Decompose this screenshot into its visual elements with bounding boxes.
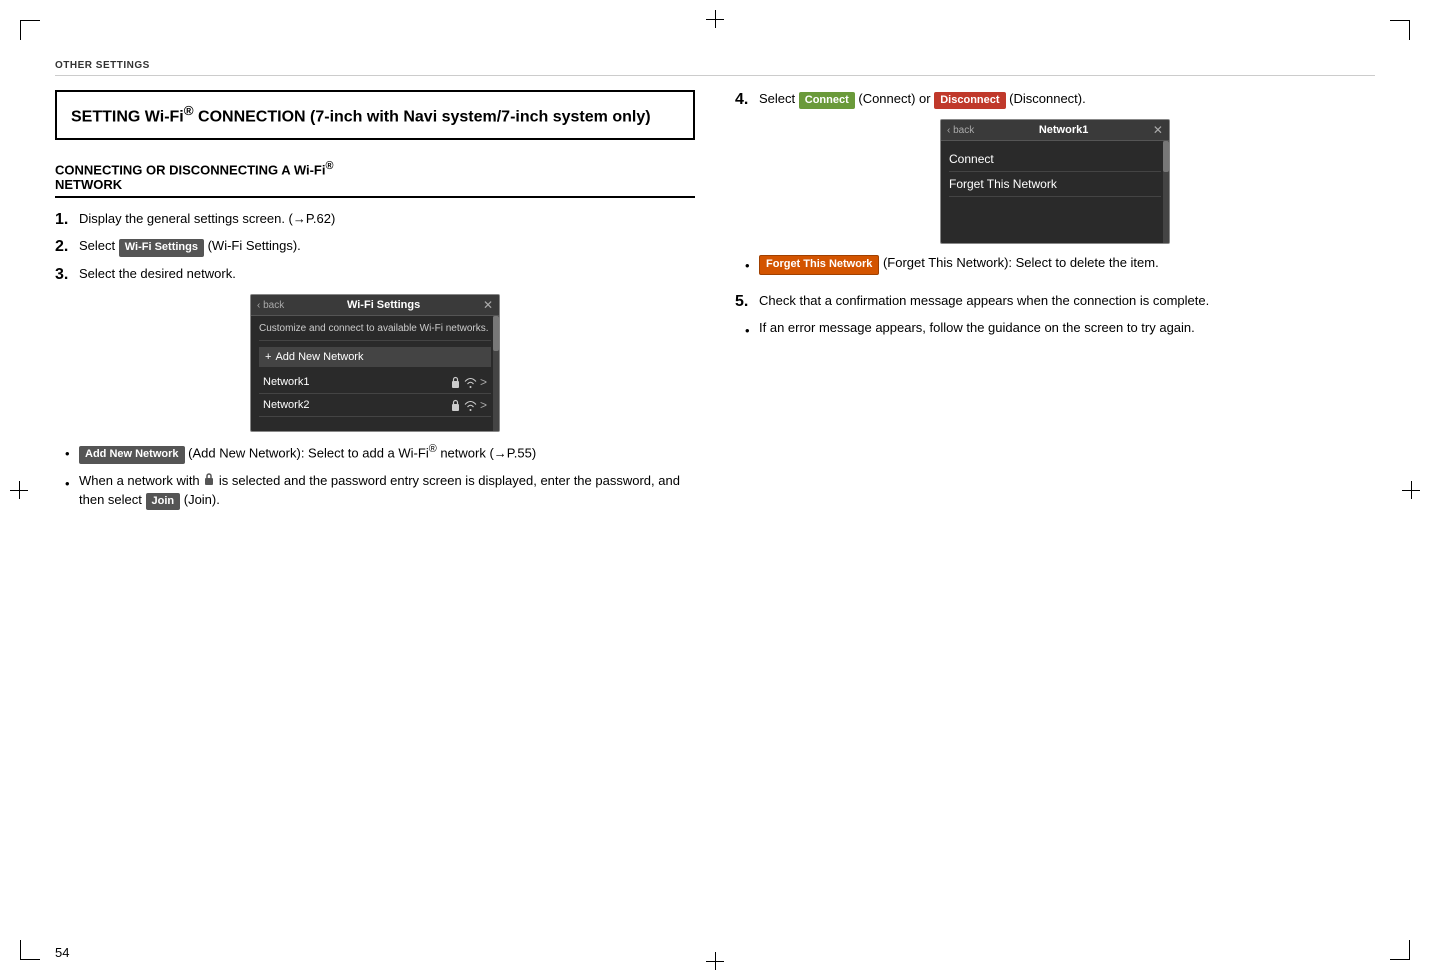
- step4-bullets: • Forget This Network (Forget This Netwo…: [735, 254, 1375, 275]
- connect-button: Connect: [799, 92, 855, 109]
- wifi-icon-2: [464, 400, 477, 411]
- step-1: 1. Display the general settings screen. …: [55, 210, 695, 229]
- crosshair-bottom: [706, 952, 724, 970]
- step-5-number: 5.: [735, 292, 753, 311]
- bullet-2-text: When a network with is selected and the …: [79, 472, 695, 511]
- network-options-screenshot: ‹ back Network1 ✕ Connect Forget This Ne…: [940, 119, 1170, 244]
- network-2-icons: >: [450, 398, 487, 412]
- network-row-1: Network1: [259, 371, 491, 394]
- network-options-title: Network1: [1039, 124, 1089, 136]
- add-network-label: Add New Network: [275, 351, 363, 363]
- left-column: SETTING Wi-Fi® CONNECTION (7-inch with N…: [55, 90, 695, 518]
- bullet-dot-4: •: [745, 322, 753, 340]
- arrow-2: >: [480, 398, 487, 412]
- corner-mark-br: [1390, 940, 1410, 960]
- section-title: SETTING Wi-Fi® CONNECTION (7-inch with N…: [71, 102, 679, 128]
- bullet-dot-2: •: [65, 475, 73, 493]
- bullet-1-text: Add New Network (Add New Network): Selec…: [79, 442, 536, 464]
- bullet-add-network: • Add New Network (Add New Network): Sel…: [65, 442, 695, 464]
- step-5-content: Check that a confirmation message appear…: [759, 292, 1375, 310]
- step-2: 2. Select Wi-Fi Settings (Wi-Fi Settings…: [55, 237, 695, 256]
- page-number: 54: [55, 945, 69, 960]
- header-label: OTHER SETTINGS: [55, 60, 150, 71]
- scroll-space: [259, 417, 491, 425]
- crosshair-right: [1402, 481, 1420, 499]
- step3-bullets: • Add New Network (Add New Network): Sel…: [55, 442, 695, 510]
- add-network-row: + Add New Network: [259, 347, 491, 367]
- crosshair-top: [706, 10, 724, 28]
- scroll-thumb: [493, 316, 499, 351]
- network-close-button: ✕: [1153, 123, 1163, 137]
- step-4: 4. Select Connect (Connect) or Disconnec…: [735, 90, 1375, 109]
- lock-icon-2: [450, 399, 461, 412]
- step-3-content: Select the desired network.: [79, 265, 695, 283]
- step-4-number: 4.: [735, 90, 753, 109]
- plus-icon: +: [265, 351, 271, 363]
- step-2-number: 2.: [55, 237, 73, 256]
- network-scrollbar: [1163, 141, 1169, 243]
- scrollbar: [493, 316, 499, 431]
- network-options-content: Connect Forget This Network: [941, 141, 1169, 243]
- screenshot-title: Wi-Fi Settings: [347, 299, 420, 311]
- network-scroll-thumb: [1163, 141, 1169, 172]
- wifi-settings-button: Wi-Fi Settings: [119, 239, 204, 256]
- lock-icon-inline: [203, 472, 215, 486]
- screenshot-content: Customize and connect to available Wi-Fi…: [251, 316, 499, 431]
- wifi-settings-screenshot: ‹ back Wi-Fi Settings ✕ Customize and co…: [250, 294, 500, 432]
- corner-mark-tl: [20, 20, 40, 40]
- step-1-content: Display the general settings screen. (→P…: [79, 210, 695, 228]
- section-title-box: SETTING Wi-Fi® CONNECTION (7-inch with N…: [55, 90, 695, 140]
- forget-option: Forget This Network: [949, 172, 1161, 197]
- page-header: OTHER SETTINGS: [55, 55, 1375, 76]
- crosshair-left: [10, 481, 28, 499]
- main-content: SETTING Wi-Fi® CONNECTION (7-inch with N…: [55, 90, 1375, 518]
- lock-icon-1: [450, 376, 461, 389]
- network-row-2: Network2: [259, 394, 491, 417]
- join-button: Join: [146, 493, 181, 510]
- disconnect-button: Disconnect: [934, 92, 1005, 109]
- bullet-3-text: Forget This Network (Forget This Network…: [759, 254, 1159, 274]
- close-button: ✕: [483, 298, 493, 312]
- step-1-number: 1.: [55, 210, 73, 229]
- bullet-forget: • Forget This Network (Forget This Netwo…: [745, 254, 1375, 275]
- sub-section-heading: CONNECTING OR DISCONNECTING A Wi-Fi®NETW…: [55, 160, 695, 198]
- step-5: 5. Check that a confirmation message app…: [735, 292, 1375, 311]
- bullet-dot-3: •: [745, 257, 753, 275]
- empty-space: [949, 197, 1161, 237]
- bullet-dot-1: •: [65, 445, 73, 463]
- step-3: 3. Select the desired network.: [55, 265, 695, 284]
- step-2-content: Select Wi-Fi Settings (Wi-Fi Settings).: [79, 237, 695, 256]
- right-column: 4. Select Connect (Connect) or Disconnec…: [735, 90, 1375, 518]
- network-2-name: Network2: [263, 399, 309, 411]
- network-back-button: ‹ back: [947, 125, 974, 136]
- screenshot-body: Customize and connect to available Wi-Fi…: [251, 316, 499, 431]
- arrow-1: >: [480, 375, 487, 389]
- bullet-4-text: If an error message appears, follow the …: [759, 319, 1195, 337]
- back-button: ‹ back: [257, 300, 284, 311]
- add-new-network-button: Add New Network: [79, 446, 185, 463]
- bullet-lock: • When a network with is selected and th…: [65, 472, 695, 511]
- corner-mark-bl: [20, 940, 40, 960]
- network-1-icons: >: [450, 375, 487, 389]
- connect-option: Connect: [949, 147, 1161, 172]
- sub-section-title: CONNECTING OR DISCONNECTING A Wi-Fi®NETW…: [55, 160, 695, 192]
- bullet-error: • If an error message appears, follow th…: [745, 319, 1375, 340]
- step-4-content: Select Connect (Connect) or Disconnect (…: [759, 90, 1375, 109]
- corner-mark-tr: [1390, 20, 1410, 40]
- forget-network-button: Forget This Network: [759, 255, 879, 274]
- wifi-icon-1: [464, 377, 477, 388]
- network-1-name: Network1: [263, 376, 309, 388]
- wifi-description: Customize and connect to available Wi-Fi…: [259, 322, 491, 341]
- step-3-number: 3.: [55, 265, 73, 284]
- network-options-body: Connect Forget This Network: [941, 141, 1169, 243]
- screenshot-titlebar: ‹ back Wi-Fi Settings ✕: [251, 295, 499, 316]
- network-options-titlebar: ‹ back Network1 ✕: [941, 120, 1169, 141]
- step5-bullets: • If an error message appears, follow th…: [735, 319, 1375, 340]
